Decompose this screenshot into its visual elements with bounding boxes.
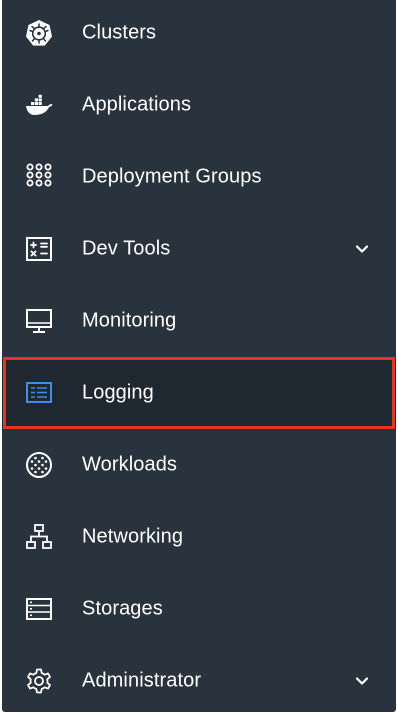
sidebar-item-dev-tools[interactable]: Dev Tools bbox=[2, 213, 396, 285]
calculator-icon bbox=[24, 234, 54, 264]
sidebar-item-label: Administrator bbox=[82, 669, 202, 692]
sidebar-item-label: Logging bbox=[82, 381, 154, 404]
sidebar-item-storages[interactable]: Storages bbox=[2, 573, 396, 645]
sidebar-item-deployment-groups[interactable]: Deployment Groups bbox=[2, 141, 396, 213]
sidebar-item-label: Storages bbox=[82, 597, 163, 620]
sidebar-item-label: Monitoring bbox=[82, 309, 177, 332]
sidebar-item-monitoring[interactable]: Monitoring bbox=[2, 285, 396, 357]
log-list-icon bbox=[24, 378, 54, 408]
sidebar-item-workloads[interactable]: Workloads bbox=[2, 429, 396, 501]
monitor-icon bbox=[24, 306, 54, 336]
sidebar-item-label: Workloads bbox=[82, 453, 178, 476]
sidebar-item-label: Deployment Groups bbox=[82, 165, 262, 188]
sidebar-nav: Clusters Applications Deployment Groups … bbox=[2, 0, 396, 712]
sidebar-item-applications[interactable]: Applications bbox=[2, 69, 396, 141]
chevron-down-icon[interactable] bbox=[354, 673, 370, 689]
network-tree-icon bbox=[24, 522, 54, 552]
sidebar-item-label: Clusters bbox=[82, 21, 157, 44]
sidebar-item-logging[interactable]: Logging bbox=[2, 357, 396, 429]
sidebar-item-administrator[interactable]: Administrator bbox=[2, 645, 396, 712]
dot-grid-icon bbox=[24, 162, 54, 192]
sidebar-item-label: Networking bbox=[82, 525, 184, 548]
sidebar-item-networking[interactable]: Networking bbox=[2, 501, 396, 573]
kubernetes-helm-icon bbox=[24, 18, 54, 48]
workloads-globe-icon bbox=[24, 450, 54, 480]
chevron-down-icon[interactable] bbox=[354, 241, 370, 257]
gear-icon bbox=[24, 666, 54, 696]
sidebar-item-label: Applications bbox=[82, 93, 192, 116]
docker-whale-icon bbox=[24, 90, 54, 120]
storage-drawers-icon bbox=[24, 594, 54, 624]
sidebar-item-label: Dev Tools bbox=[82, 237, 171, 260]
sidebar-item-clusters[interactable]: Clusters bbox=[2, 0, 396, 69]
